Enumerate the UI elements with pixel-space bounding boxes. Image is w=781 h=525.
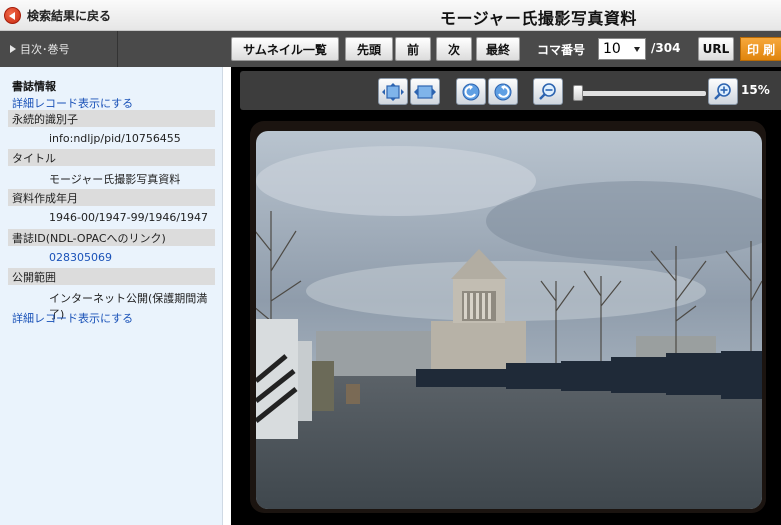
field-value-bib-id-link[interactable]: 028305069	[49, 251, 112, 264]
field-label-persistent-id: 永続的識別子	[8, 110, 215, 127]
field-value-title: モージャー氏撮影写真資料	[49, 173, 181, 186]
field-value-creation-date: 1946-00/1947-99/1946/1947	[49, 211, 209, 224]
field-label-creation-date: 資料作成年月	[8, 189, 215, 206]
prev-page-button[interactable]: 前	[395, 37, 431, 61]
last-page-button[interactable]: 最終	[476, 37, 520, 61]
zoom-out-icon	[539, 82, 556, 100]
national-diet-building-photo	[256, 131, 762, 509]
frame-number-label: コマ番号	[537, 43, 586, 57]
thumbnails-button[interactable]: サムネイル一覧	[231, 37, 339, 61]
rotate-right-icon	[494, 83, 512, 100]
back-to-results-button[interactable]: 検索結果に戻る	[4, 5, 111, 25]
zoom-level-readout: 15%	[741, 83, 770, 97]
toc-toggle[interactable]: 目次･巻号	[0, 31, 118, 67]
print-button[interactable]: 印 刷	[740, 37, 781, 61]
field-value-persistent-id: info:ndljp/pid/10756455	[49, 132, 181, 145]
photo-image[interactable]	[256, 131, 762, 509]
expand-arrow-icon	[10, 45, 16, 53]
zoom-in-icon	[714, 82, 731, 100]
next-page-button[interactable]: 次	[436, 37, 472, 61]
fit-page-icon	[382, 82, 404, 101]
toc-label: 目次･巻号	[20, 43, 70, 56]
title-bar: 検索結果に戻る モージャー氏撮影写真資料	[0, 0, 781, 31]
page-title: モージャー氏撮影写真資料	[440, 9, 637, 28]
field-label-bib-id: 書誌ID(NDL-OPACへのリンク)	[8, 229, 215, 246]
rotate-left-icon	[462, 83, 480, 100]
back-arrow-icon	[4, 6, 21, 24]
fit-width-button[interactable]	[410, 78, 440, 105]
first-page-button[interactable]: 先頭	[345, 37, 393, 61]
frame-number-select[interactable]: 10	[598, 38, 646, 60]
dropdown-caret-icon	[634, 47, 640, 52]
fit-width-icon	[414, 84, 436, 99]
rotate-left-button[interactable]	[456, 78, 486, 105]
rotate-right-button[interactable]	[488, 78, 518, 105]
detail-record-link-top[interactable]: 詳細レコード表示にする	[12, 95, 133, 111]
zoom-slider-handle[interactable]	[572, 85, 583, 101]
field-label-title: タイトル	[8, 149, 215, 166]
zoom-in-button[interactable]	[708, 78, 738, 105]
navigation-toolbar: 目次･巻号 サムネイル一覧 先頭 前 次 最終 コマ番号 10 /304 URL…	[0, 31, 781, 67]
url-button[interactable]: URL	[698, 37, 734, 61]
back-to-results-label: 検索結果に戻る	[27, 8, 112, 23]
field-label-access-scope: 公開範囲	[8, 268, 215, 285]
frame-number-value: 10	[603, 41, 621, 57]
fit-page-button[interactable]	[378, 78, 408, 105]
detail-record-link-bottom[interactable]: 詳細レコード表示にする	[12, 310, 133, 326]
bibliographic-info-heading: 書誌情報	[12, 80, 56, 93]
bibliographic-info-panel: 書誌情報 詳細レコード表示にする 永続的識別子 info:ndljp/pid/1…	[0, 67, 223, 525]
zoom-slider-track[interactable]	[573, 91, 706, 96]
zoom-out-button[interactable]	[533, 78, 563, 105]
frame-total: /304	[651, 41, 681, 55]
